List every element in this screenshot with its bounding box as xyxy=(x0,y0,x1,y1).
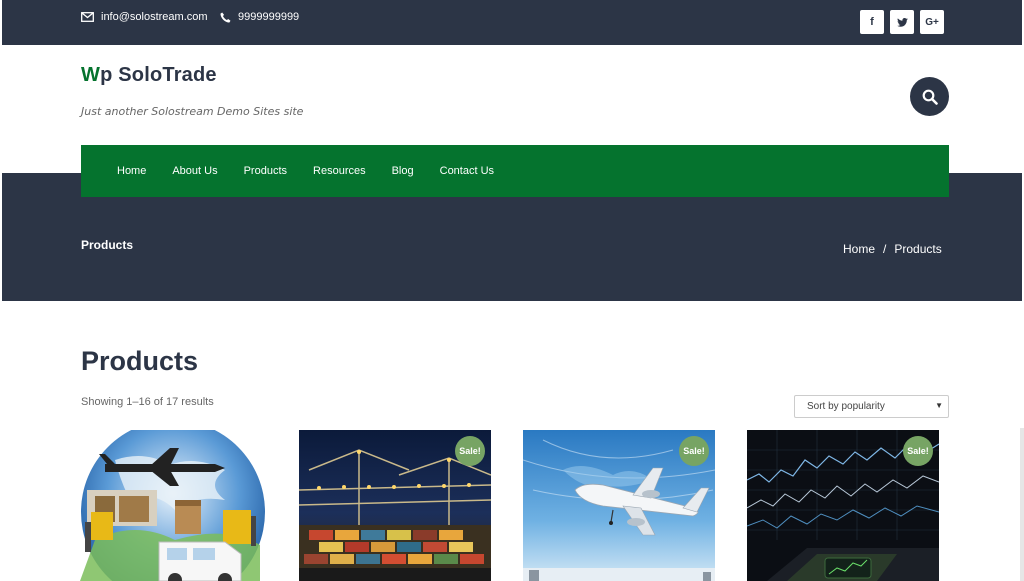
twitter-button[interactable] xyxy=(890,10,914,34)
facebook-button[interactable]: f xyxy=(860,10,884,34)
page-heading: Products xyxy=(81,346,199,376)
page: info@solostream.com 9999999999 f G+ Wp S… xyxy=(0,0,1024,581)
phone-text: 9999999999 xyxy=(238,11,300,23)
phone-contact[interactable]: 9999999999 xyxy=(220,11,299,23)
sort-select[interactable]: Sort by popularity ▼ xyxy=(794,395,949,418)
search-button[interactable] xyxy=(910,77,949,116)
sale-badge: Sale! xyxy=(455,436,485,466)
sale-badge: Sale! xyxy=(679,436,709,466)
sale-badge: Sale! xyxy=(903,436,933,466)
band-page-title: Products xyxy=(81,238,134,252)
google-plus-icon: G+ xyxy=(925,16,939,28)
product-image-logistics xyxy=(80,430,265,581)
result-count: Showing 1–16 of 17 results xyxy=(81,396,214,408)
breadcrumb: Home / Products xyxy=(843,242,942,256)
site-title-initial: W xyxy=(81,64,101,86)
dropdown-arrow-icon: ▼ xyxy=(935,401,943,410)
product-card-3[interactable]: Sale! xyxy=(523,430,715,581)
breadcrumb-separator: / xyxy=(883,242,887,256)
product-card-2[interactable]: Sale! xyxy=(299,430,491,581)
site-tagline: Just another Solostream Demo Sites site xyxy=(81,105,304,118)
sort-select-value: Sort by popularity xyxy=(807,401,885,412)
breadcrumb-home[interactable]: Home xyxy=(843,242,875,256)
breadcrumb-current: Products xyxy=(894,242,942,256)
nav-item-contact-us[interactable]: Contact Us xyxy=(440,165,494,177)
nav-item-products[interactable]: Products xyxy=(244,165,287,177)
nav-item-resources[interactable]: Resources xyxy=(313,165,366,177)
email-text: info@solostream.com xyxy=(101,11,208,23)
site-title[interactable]: Wp SoloTrade xyxy=(81,64,217,87)
email-contact[interactable]: info@solostream.com xyxy=(81,11,208,23)
scrollbar[interactable] xyxy=(1020,428,1024,581)
facebook-icon: f xyxy=(870,16,874,28)
nav-item-about-us[interactable]: About Us xyxy=(172,165,217,177)
search-icon xyxy=(922,89,938,105)
top-bar: info@solostream.com 9999999999 f G+ xyxy=(2,0,1022,45)
google-plus-button[interactable]: G+ xyxy=(920,10,944,34)
twitter-icon xyxy=(896,17,908,27)
product-card-4[interactable]: Sale! xyxy=(747,430,939,581)
main-nav: Home About Us Products Resources Blog Co… xyxy=(81,145,949,197)
nav-item-home[interactable]: Home xyxy=(117,165,146,177)
product-card-1[interactable] xyxy=(75,430,267,581)
phone-icon xyxy=(220,12,231,22)
envelope-icon xyxy=(81,12,94,22)
site-title-rest: p SoloTrade xyxy=(100,64,217,86)
nav-item-blog[interactable]: Blog xyxy=(392,165,414,177)
